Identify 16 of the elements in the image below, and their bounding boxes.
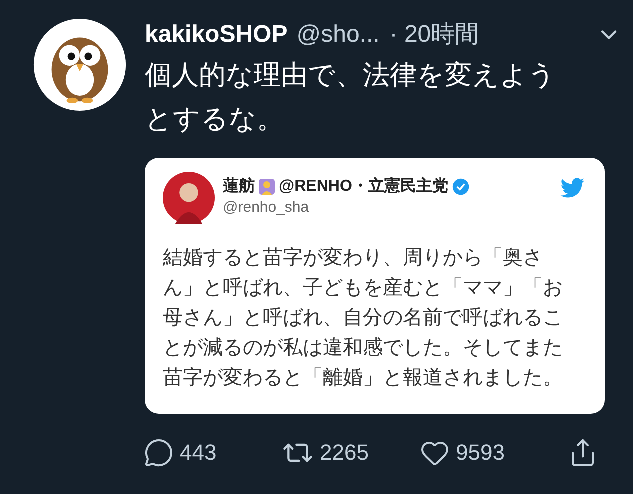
bird-logo-icon bbox=[559, 176, 587, 200]
retweet-button[interactable]: 2265 bbox=[282, 436, 420, 469]
tweet-text: 個人的な理由で、法律を変えよう とするな。 bbox=[145, 59, 557, 137]
quoted-tweet-text: 結婚すると苗字が変わり、周りから「奥さ ん」と呼ばれ、子どもを産むと「ママ」「お 母さん」と呼ばれ、自分の名前で呼ばれるこ とが減るのが私は違和感でした。そしてまた 苗字が変わると「離婚」と報道されました。 bbox=[163, 244, 564, 391]
quoted-tweet-image[interactable]: 蓮舫 @RENHO・立憲民主党 @renho_sha 結婚すると苗字が変わり、周りから「奥さ ん」と呼ばれ、子どもを産むと「ママ」「お 母さん」と呼ばれ、自分の名前で呼ばれるこ とが減るのが私は違和感でした。そしてまた 苗字が変わると「離婚」と報道されました。 bbox=[145, 158, 605, 414]
person-emoji-icon bbox=[259, 179, 275, 195]
quoted-account-name: @RENHO・立憲民主党 bbox=[279, 176, 448, 197]
quoted-handle: @renho_sha bbox=[223, 198, 310, 218]
quoted-display-name: 蓮舫 bbox=[223, 176, 255, 197]
profile-avatar bbox=[163, 172, 215, 224]
tweet-time: · 20時間 bbox=[390, 20, 480, 50]
user-handle: @sho... bbox=[296, 20, 380, 50]
like-button[interactable]: 9593 bbox=[420, 436, 558, 469]
reply-button[interactable]: 443 bbox=[144, 436, 282, 469]
display-name: kakikoSHOP bbox=[145, 20, 288, 50]
reply-icon bbox=[144, 438, 174, 468]
